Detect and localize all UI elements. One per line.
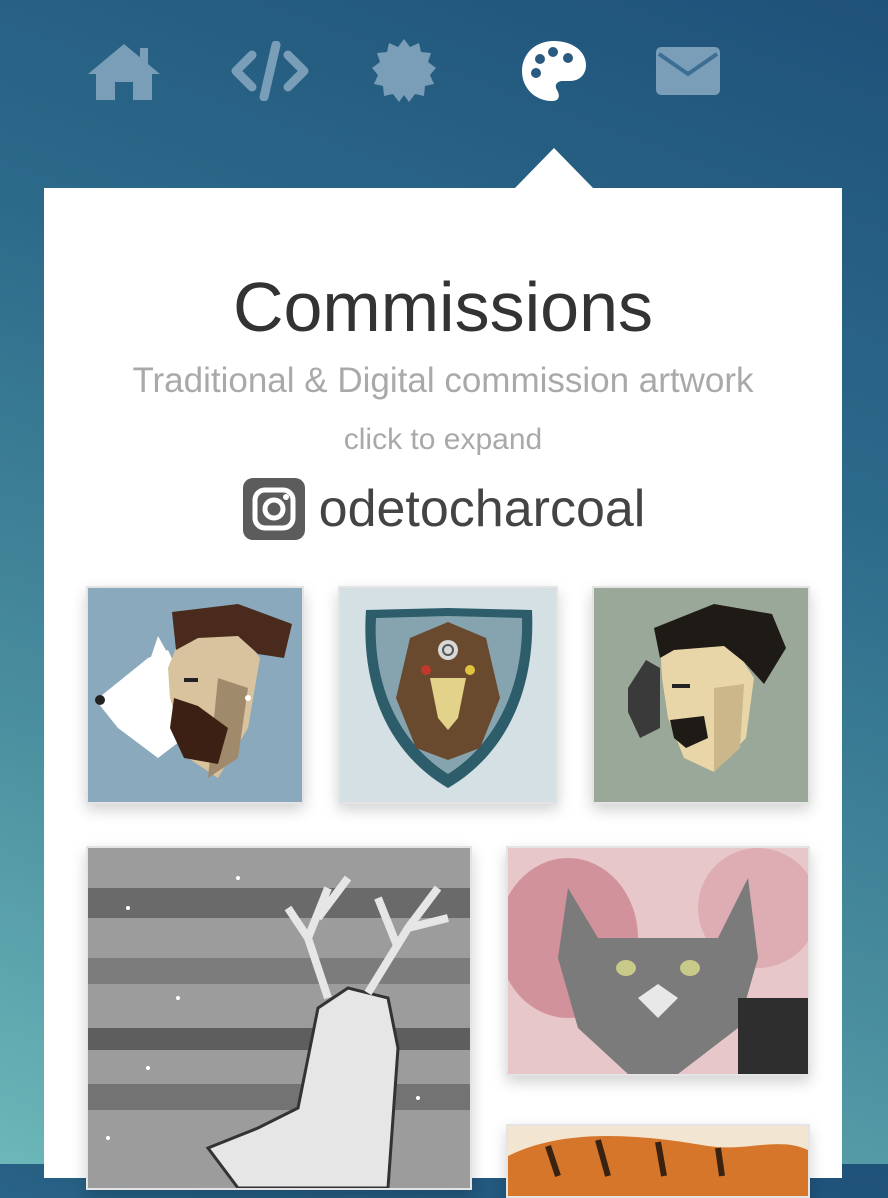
nav-code[interactable] — [230, 36, 310, 106]
code-icon — [231, 41, 309, 101]
gallery-item-man-with-dog[interactable] — [86, 586, 304, 804]
nav-contact[interactable] — [648, 36, 728, 106]
gallery-item-grey-cat[interactable] — [506, 846, 810, 1076]
top-navigation — [0, 0, 888, 188]
envelope-icon — [656, 47, 720, 95]
gallery-item-eagle-shield[interactable] — [338, 586, 558, 804]
gallery-item-tiger[interactable] — [506, 1124, 810, 1198]
home-icon — [88, 44, 160, 100]
expand-hint: click to expand — [343, 423, 543, 456]
nav-badge[interactable] — [364, 36, 444, 106]
badge-icon — [372, 39, 436, 102]
instagram-link[interactable]: odetocharcoal — [0, 478, 888, 540]
grey-cat-artwork — [508, 848, 808, 1074]
gallery-item-man-with-cat[interactable] — [592, 586, 810, 804]
palette-icon — [522, 41, 586, 101]
instagram-handle: odetocharcoal — [318, 480, 646, 538]
instagram-icon — [242, 478, 305, 540]
eagle-shield-artwork — [340, 588, 556, 802]
gallery-item-white-stag[interactable] — [86, 846, 472, 1190]
active-tab-pointer — [514, 148, 594, 189]
man-with-cat-artwork — [594, 588, 808, 802]
white-stag-artwork — [88, 848, 470, 1188]
man-with-dog-artwork — [88, 588, 302, 802]
page-title: Commissions — [232, 268, 654, 346]
page-subtitle: Traditional & Digital commission artwork — [132, 361, 754, 400]
nav-palette[interactable] — [514, 36, 594, 106]
tiger-artwork — [508, 1126, 808, 1196]
nav-home[interactable] — [84, 36, 164, 106]
